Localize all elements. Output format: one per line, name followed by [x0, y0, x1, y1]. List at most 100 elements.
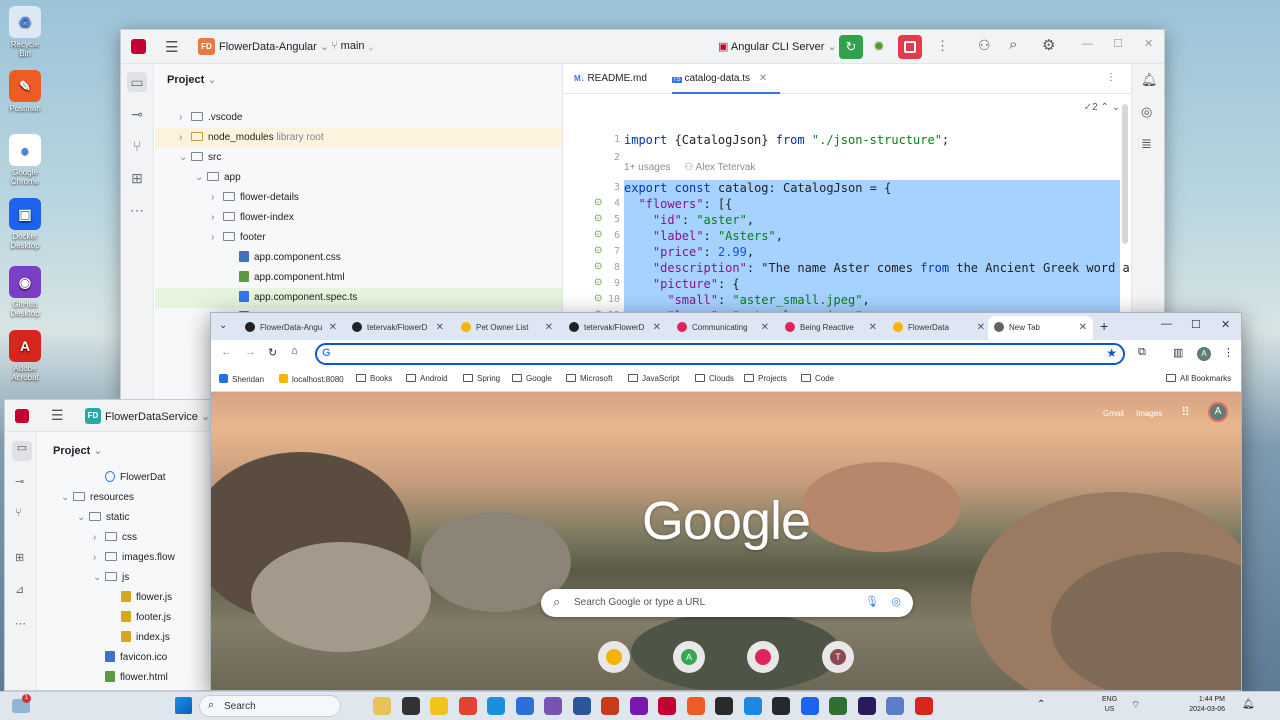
bookmark-item[interactable]: Sheridan — [219, 374, 264, 384]
chevron-down-icon[interactable]: ⌄ — [195, 168, 207, 188]
all-bookmarks[interactable]: All Bookmarks — [1166, 374, 1231, 383]
add-user-icon[interactable]: ⚇ — [978, 37, 991, 54]
shortcut-tile[interactable] — [598, 641, 630, 673]
close-icon[interactable]: ✕ — [436, 316, 444, 340]
desktop-icon[interactable]: ✎ Postman — [6, 70, 44, 113]
bookmark-item[interactable]: Google — [512, 374, 552, 383]
tree-item[interactable]: app.component.spec.ts — [155, 288, 562, 308]
gmail-link[interactable]: Gmail — [1103, 409, 1124, 418]
database-icon[interactable]: ≣ — [1141, 136, 1152, 152]
vcs-change-icon[interactable]: ⊙ — [594, 229, 602, 240]
onenote-icon[interactable] — [629, 697, 648, 715]
chrome-menu-icon[interactable]: ⋮ — [1223, 346, 1234, 359]
bookmark-item[interactable]: localhost:8080 — [279, 374, 344, 384]
vcs-change-icon[interactable]: ⊙ — [594, 213, 602, 224]
chevron-right-icon[interactable]: › — [179, 108, 191, 128]
bookmark-item[interactable]: Android — [406, 374, 448, 383]
docker-icon[interactable] — [800, 697, 819, 715]
gitkraken-icon[interactable] — [829, 697, 847, 715]
close-icon[interactable]: ✕ — [329, 316, 337, 340]
chevron-up-icon[interactable]: ⌃ — [1037, 699, 1045, 710]
home-icon[interactable]: ⌂ — [291, 345, 298, 357]
clock[interactable]: 1:44 PM 2024-03-06 — [1181, 695, 1225, 715]
ntp-search-box[interactable]: ⌕ Search Google or type a URL 🎙︎ ◎ — [541, 589, 913, 617]
chevron-right-icon[interactable]: › — [211, 188, 223, 208]
chevron-down-icon[interactable]: ⌄ — [77, 508, 89, 528]
browser-tab[interactable]: Pet Owner List ✕ — [455, 316, 559, 340]
minimize-button[interactable]: — — [1161, 318, 1172, 330]
start-button-icon[interactable] — [175, 697, 192, 714]
chevron-down-icon[interactable]: ⌄ — [179, 148, 191, 168]
tree-item[interactable]: › flower-index — [155, 208, 562, 228]
chevron-down-icon[interactable]: ⌄ — [93, 568, 105, 588]
chevron-right-icon[interactable]: › — [211, 228, 223, 248]
new-tab-button[interactable]: + — [1100, 318, 1108, 334]
close-icon[interactable]: ✕ — [759, 73, 767, 84]
browser-tab[interactable]: tetervak/FlowerD ✕ — [346, 316, 450, 340]
postman-icon[interactable] — [686, 697, 705, 715]
editor-scrollbar[interactable] — [1122, 104, 1128, 244]
main-menu-icon[interactable]: ☰ — [51, 407, 64, 424]
more-icon[interactable]: ⋮ — [936, 38, 949, 54]
maximize-button[interactable]: ☐ — [1191, 318, 1201, 331]
vcs-change-icon[interactable]: ⊙ — [594, 277, 602, 288]
side-panel-icon[interactable]: ▥ — [1173, 346, 1183, 359]
vcs-change-icon[interactable]: ⊙ — [594, 261, 602, 272]
premiere-icon[interactable] — [857, 697, 876, 715]
tree-item[interactable]: › css — [5, 528, 211, 548]
more-icon[interactable]: ⋯ — [127, 200, 147, 220]
project-selector[interactable]: FlowerDataService ⌄ — [105, 410, 210, 423]
bell-icon[interactable]: 🔔︎ — [1141, 72, 1158, 88]
bookmark-item[interactable]: Projects — [744, 374, 787, 383]
widgets-icon[interactable] — [373, 697, 391, 715]
github-icon[interactable] — [772, 697, 790, 715]
shortcut-tile[interactable]: A — [673, 641, 705, 673]
bookmark-item[interactable]: Books — [356, 374, 392, 383]
tree-item[interactable]: app.component.html — [155, 268, 562, 288]
tree-item[interactable]: ⌄ resources — [5, 488, 211, 508]
tree-item[interactable]: favicon.ico — [5, 648, 211, 668]
tree-item[interactable]: › .vscode — [155, 108, 562, 128]
project-panel-header[interactable]: Project ⌄ — [167, 73, 217, 86]
browser-tab[interactable]: FlowerData ✕ — [887, 316, 991, 340]
search-icon[interactable]: ⌕ — [1009, 36, 1017, 53]
more-icon[interactable]: ⋮ — [1106, 72, 1116, 83]
terminal-icon[interactable] — [715, 697, 733, 715]
tree-item[interactable]: › images.flow — [5, 548, 211, 568]
tree-item[interactable]: flower.js — [5, 588, 211, 608]
desktop-icon[interactable]: ▣ Docker Desktop — [6, 198, 44, 250]
profile-avatar[interactable]: A — [1208, 402, 1228, 422]
tree-item[interactable]: ⌄ js — [5, 568, 211, 588]
language-indicator[interactable]: ENG US — [1102, 695, 1117, 715]
tree-item[interactable]: ⌄ app — [155, 168, 562, 188]
branch-selector[interactable]: ⑂ main ⌄ — [331, 40, 374, 52]
powerpoint-icon[interactable] — [601, 697, 619, 715]
folder-icon[interactable]: ▭ — [12, 441, 32, 461]
tree-item[interactable]: flower.html — [5, 668, 211, 688]
ai-assistant-icon[interactable]: ◎ — [1141, 104, 1152, 120]
close-icon[interactable]: ✕ — [869, 316, 877, 340]
tree-item[interactable]: ⌄ src — [155, 148, 562, 168]
task-view-icon[interactable] — [401, 697, 420, 715]
chevron-right-icon[interactable]: › — [211, 208, 223, 228]
taskbar-search[interactable]: ⌕ Search — [199, 695, 341, 717]
desktop-icon[interactable]: ♻ Recycle Bin — [6, 6, 44, 58]
bookmark-item[interactable]: Spring — [463, 374, 500, 383]
file-explorer-icon[interactable] — [430, 697, 448, 715]
browser-tab[interactable]: FlowerData-Angu ✕ — [239, 316, 343, 340]
desktop-icon[interactable]: A Adobe Acrobat — [6, 330, 44, 382]
bookmark-item[interactable]: Code — [801, 374, 834, 383]
lens-icon[interactable]: ◎ — [891, 595, 901, 608]
vscode-icon[interactable] — [743, 697, 762, 715]
apps-grid-icon[interactable]: ⠿ — [1181, 405, 1190, 419]
back-icon[interactable]: ← — [221, 346, 232, 358]
folder-icon[interactable]: ▭ — [127, 72, 147, 92]
tree-item[interactable]: ⌄ static — [5, 508, 211, 528]
structure-icon[interactable]: ⊞ — [127, 168, 147, 188]
chevron-right-icon[interactable]: › — [93, 548, 105, 568]
desktop-icon[interactable]: ◉ GitHub Desktop — [6, 266, 44, 318]
chevron-down-icon[interactable]: ⌄ — [61, 488, 73, 508]
tree-item[interactable]: footer.js — [5, 608, 211, 628]
stop-button[interactable] — [898, 35, 922, 59]
shortcut-tile[interactable] — [747, 641, 779, 673]
